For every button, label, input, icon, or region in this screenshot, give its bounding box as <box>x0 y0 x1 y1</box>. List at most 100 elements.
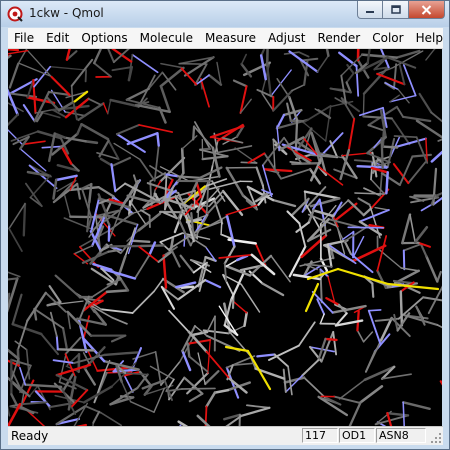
bond-line <box>9 92 38 98</box>
maximize-icon <box>390 5 401 14</box>
bond-line <box>420 204 432 212</box>
bond-line <box>188 392 204 403</box>
bond-line <box>93 62 112 78</box>
bond-line <box>324 337 338 342</box>
bond-line <box>70 85 74 104</box>
bond-line <box>362 67 389 95</box>
bond-line <box>268 344 300 361</box>
bond-line <box>247 152 266 164</box>
maximize-button[interactable] <box>383 1 409 19</box>
bond-line <box>119 277 130 292</box>
menu-adjust[interactable]: Adjust <box>262 28 312 48</box>
bond-line <box>188 355 209 373</box>
bond-line <box>367 124 384 132</box>
bond-line <box>34 390 52 409</box>
bond-line <box>97 186 115 198</box>
bond-line <box>11 293 23 326</box>
bond-line <box>303 190 307 206</box>
bond-line <box>153 144 160 182</box>
bond-line <box>76 182 81 200</box>
bond-line <box>133 254 151 280</box>
bond-line <box>19 366 27 386</box>
bond-line <box>124 227 136 258</box>
title-bar[interactable]: 1ckw - Qmol <box>1 1 449 27</box>
bond-line <box>159 66 185 88</box>
bond-line <box>402 401 405 426</box>
bond-line <box>159 241 172 253</box>
status-atom-index: 117 <box>302 428 338 443</box>
menu-molecule[interactable]: Molecule <box>134 28 199 48</box>
bond-line <box>386 411 410 417</box>
bond-line <box>270 69 292 97</box>
bond-line <box>376 235 388 272</box>
bond-line <box>301 359 320 377</box>
bond-line <box>325 49 330 57</box>
menu-color[interactable]: Color <box>366 28 409 48</box>
bond-line <box>316 54 330 73</box>
bond-line <box>302 104 332 124</box>
bond-line <box>229 331 252 357</box>
molecule-viewport[interactable] <box>8 49 442 426</box>
bond-line <box>295 221 310 233</box>
minimize-button[interactable] <box>357 1 383 19</box>
menu-edit[interactable]: Edit <box>40 28 75 48</box>
bond-line <box>370 161 374 181</box>
bond-line <box>114 182 126 193</box>
bond-line <box>243 311 248 328</box>
bond-line <box>205 391 217 408</box>
bond-line <box>92 410 101 424</box>
bond-line <box>40 332 60 356</box>
bond-line <box>398 63 406 86</box>
bond-line <box>323 223 327 237</box>
bond-line <box>364 339 383 373</box>
molecule-render[interactable] <box>8 49 442 426</box>
bond-line <box>111 316 128 325</box>
status-bar: Ready 117 OD1 ASN8 <box>8 426 443 445</box>
bond-line <box>55 335 59 351</box>
close-button[interactable] <box>409 1 445 19</box>
bond-line <box>402 243 422 252</box>
resize-grip-icon[interactable] <box>430 432 442 444</box>
menu-options[interactable]: Options <box>75 28 133 48</box>
menu-file[interactable]: File <box>8 28 40 48</box>
app-window: 1ckw - Qmol File Edit Options Molecule M… <box>0 0 450 450</box>
bond-line <box>270 255 291 283</box>
bond-line <box>41 111 61 119</box>
bond-line <box>154 351 162 386</box>
bond-line <box>407 161 427 185</box>
bond-line <box>168 309 190 333</box>
bond-line <box>362 331 374 343</box>
bond-line <box>27 50 52 78</box>
bond-line <box>48 285 62 304</box>
bond-line <box>8 54 12 60</box>
bond-line <box>93 371 106 404</box>
bond-line <box>409 213 416 244</box>
bond-line <box>159 84 171 114</box>
bond-line <box>126 132 159 146</box>
close-icon <box>421 4 432 15</box>
menu-help[interactable]: Help <box>410 28 449 48</box>
bond-line <box>283 376 306 384</box>
bond-line <box>107 49 115 64</box>
bond-line <box>129 239 151 243</box>
bond-line <box>116 123 141 136</box>
bond-line <box>411 153 432 158</box>
bond-line <box>93 49 103 65</box>
bond-line <box>220 233 233 240</box>
bond-line <box>153 278 164 293</box>
bond-line <box>255 166 265 187</box>
menu-measure[interactable]: Measure <box>199 28 262 48</box>
bond-line <box>102 102 109 115</box>
status-atom-name: OD1 <box>339 428 375 443</box>
menu-render[interactable]: Render <box>312 28 367 48</box>
bond-line <box>177 175 202 179</box>
bond-line <box>384 82 399 91</box>
bond-line <box>374 206 390 211</box>
bond-line <box>205 350 231 380</box>
bond-line <box>76 123 83 136</box>
bond-line <box>232 79 248 88</box>
bond-line <box>359 385 384 404</box>
bond-line <box>84 69 88 83</box>
bond-line <box>399 290 404 327</box>
bond-line <box>107 99 112 115</box>
